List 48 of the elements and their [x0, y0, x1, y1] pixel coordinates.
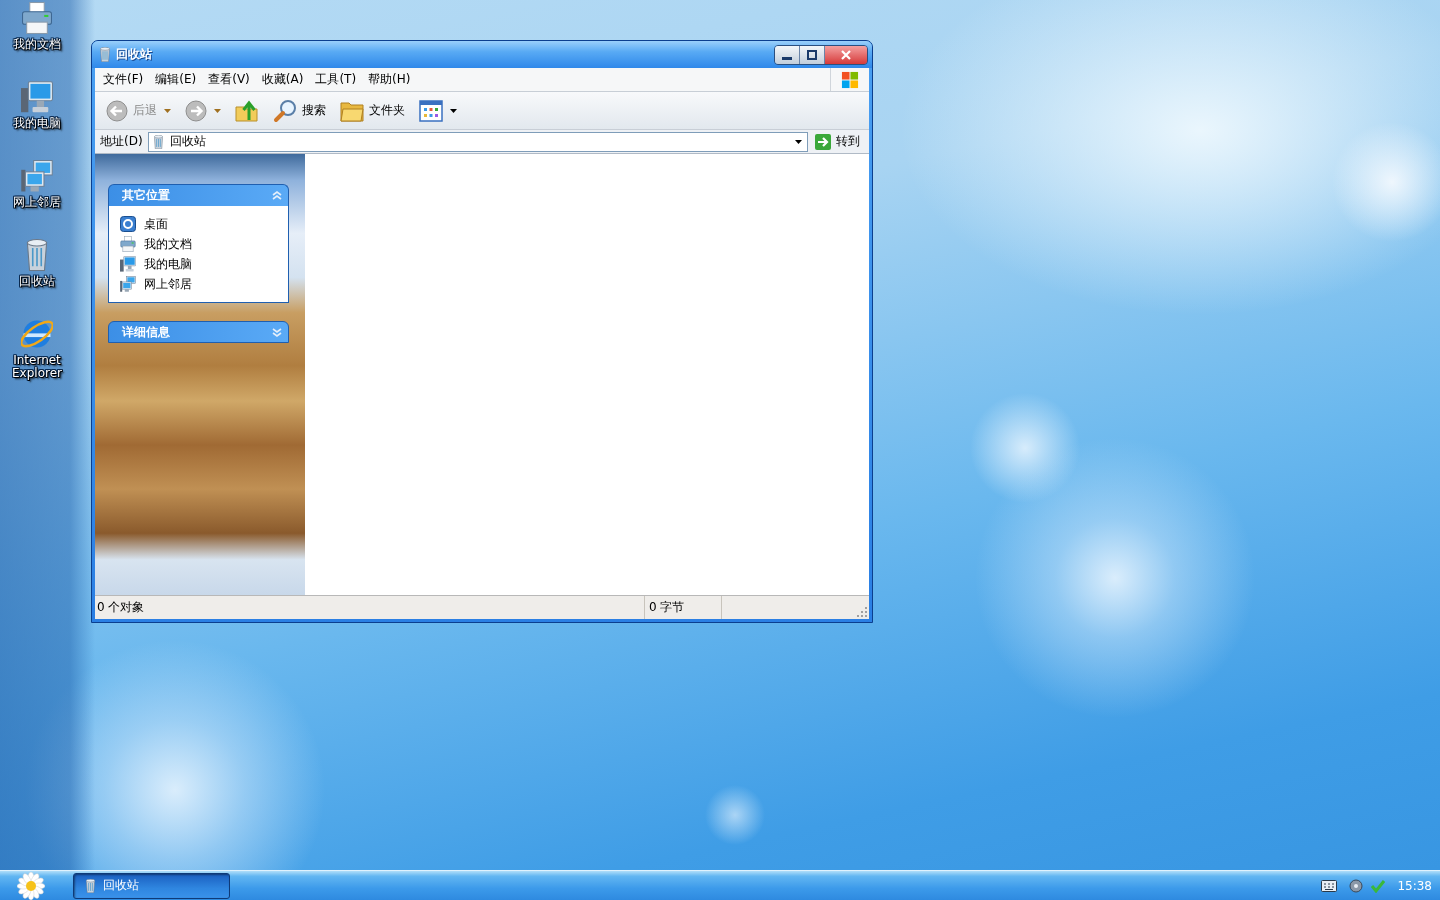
minimize-button[interactable]: [775, 45, 800, 64]
menu-item[interactable]: 编辑(E): [149, 71, 203, 88]
resize-grip-icon[interactable]: [856, 606, 868, 618]
menu-item[interactable]: 查看(V): [202, 71, 256, 88]
maximize-icon: [807, 49, 817, 60]
trash-bin-icon: [86, 878, 95, 893]
go-button[interactable]: 转到: [813, 131, 865, 152]
menu-item[interactable]: 帮助(H): [362, 71, 417, 88]
status-text: 0 个对象: [95, 596, 645, 619]
check-icon[interactable]: [1371, 878, 1386, 893]
start-button[interactable]: [15, 871, 47, 900]
status-text: 0 字节: [645, 596, 722, 619]
daisy-icon: [17, 871, 45, 900]
printer-icon[interactable]: [21, 2, 53, 34]
folders-button[interactable]: 文件夹: [335, 94, 410, 127]
menu-item[interactable]: 收藏(A): [255, 71, 310, 88]
place-link[interactable]: 桌面: [120, 214, 168, 234]
desktop-tile-icon: [120, 216, 136, 232]
flag-logo-icon: [841, 70, 859, 89]
folder-up-arrow-icon: [235, 98, 259, 123]
trash-bin-icon: [153, 134, 163, 149]
menu-item[interactable]: 文件(F): [97, 71, 150, 88]
network-computers-icon: [120, 276, 136, 292]
window-title: 回收站: [116, 46, 152, 63]
search-icon: [273, 98, 297, 123]
monitor-icon: [120, 256, 136, 272]
address-label: 地址(D): [100, 133, 143, 150]
place-link[interactable]: 我的文档: [120, 234, 192, 254]
close-button[interactable]: [825, 45, 867, 64]
maximize-button[interactable]: [800, 45, 825, 64]
search-button[interactable]: 搜索: [268, 94, 331, 127]
dropdown-arrow-icon[interactable]: [795, 139, 802, 144]
printer-icon: [120, 236, 136, 252]
trash-bin-icon: [100, 47, 110, 62]
globe-orbit-icon[interactable]: [21, 318, 53, 350]
place-link[interactable]: 我的电脑: [120, 254, 192, 274]
close-icon: [841, 49, 851, 60]
address-field[interactable]: 回收站: [147, 131, 808, 152]
monitor-icon[interactable]: [21, 81, 53, 113]
views-grid-icon: [419, 98, 443, 123]
minimize-icon: [782, 56, 792, 60]
place-link[interactable]: 网上邻居: [120, 274, 192, 294]
menu-item[interactable]: 工具(T): [309, 71, 363, 88]
network-computers-icon[interactable]: [21, 160, 53, 192]
taskbar-button[interactable]: 回收站: [73, 872, 230, 899]
keyboard-icon[interactable]: [1321, 879, 1338, 892]
go-arrow-icon: [815, 133, 831, 150]
disc-icon[interactable]: [1349, 878, 1364, 893]
